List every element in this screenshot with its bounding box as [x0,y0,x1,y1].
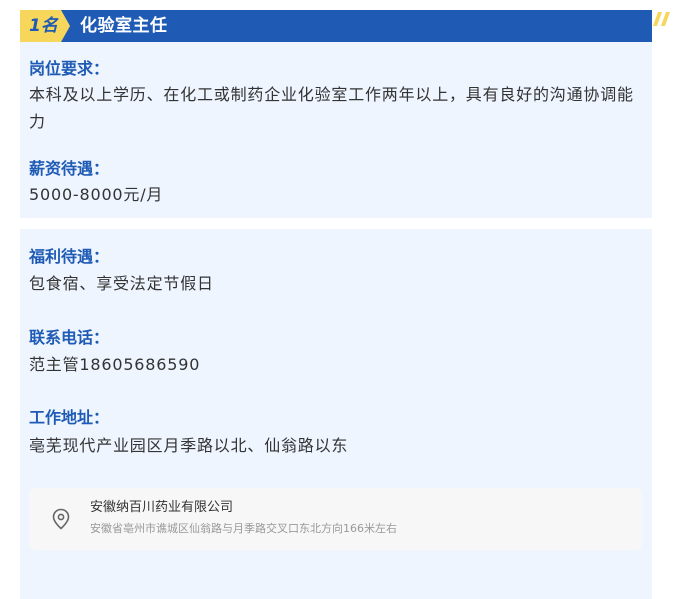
phone-value[interactable]: 范主管18605686590 [29,351,645,378]
benefits-value: 包食宿、享受法定节假日 [29,274,214,293]
location-card[interactable]: 安徽纳百川药业有限公司 安徽省亳州市谯城区仙翁路与月季路交叉口东北方向166米左… [29,488,642,550]
address-label: 工作地址： [29,408,110,427]
salary-value: 5000-8000元/月 [29,185,164,204]
job-title: 化验室主任 [80,16,168,36]
company-name: 安徽纳百川药业有限公司 [90,500,234,515]
phone-label: 联系电话： [29,328,110,347]
requirements-value: 本科及以上学历、在化工或制药企业化验室工作两年以上，具有良好的沟通协调能力 [29,85,634,131]
job-title-header: 1名 化验室主任 [20,10,670,42]
address-value: 亳芜现代产业园区月季路以北、仙翁路以东 [29,436,349,455]
map-pin-icon [52,508,70,530]
double-slash-decoration-icon [653,12,670,26]
company-address: 安徽省亳州市谯城区仙翁路与月季路交叉口东北方向166米左右 [90,522,397,535]
requirements-label: 岗位要求： [29,59,110,78]
contact-info-card: 福利待遇： 包食宿、享受法定节假日 联系电话： 范主管18605686590 工… [20,229,652,599]
job-info-card: 岗位要求： 本科及以上学历、在化工或制药企业化验室工作两年以上，具有良好的沟通协… [20,42,652,218]
headcount-badge-text: 1名 [29,16,58,36]
benefits-label: 福利待遇： [29,247,110,266]
salary-label: 薪资待遇： [29,159,110,178]
